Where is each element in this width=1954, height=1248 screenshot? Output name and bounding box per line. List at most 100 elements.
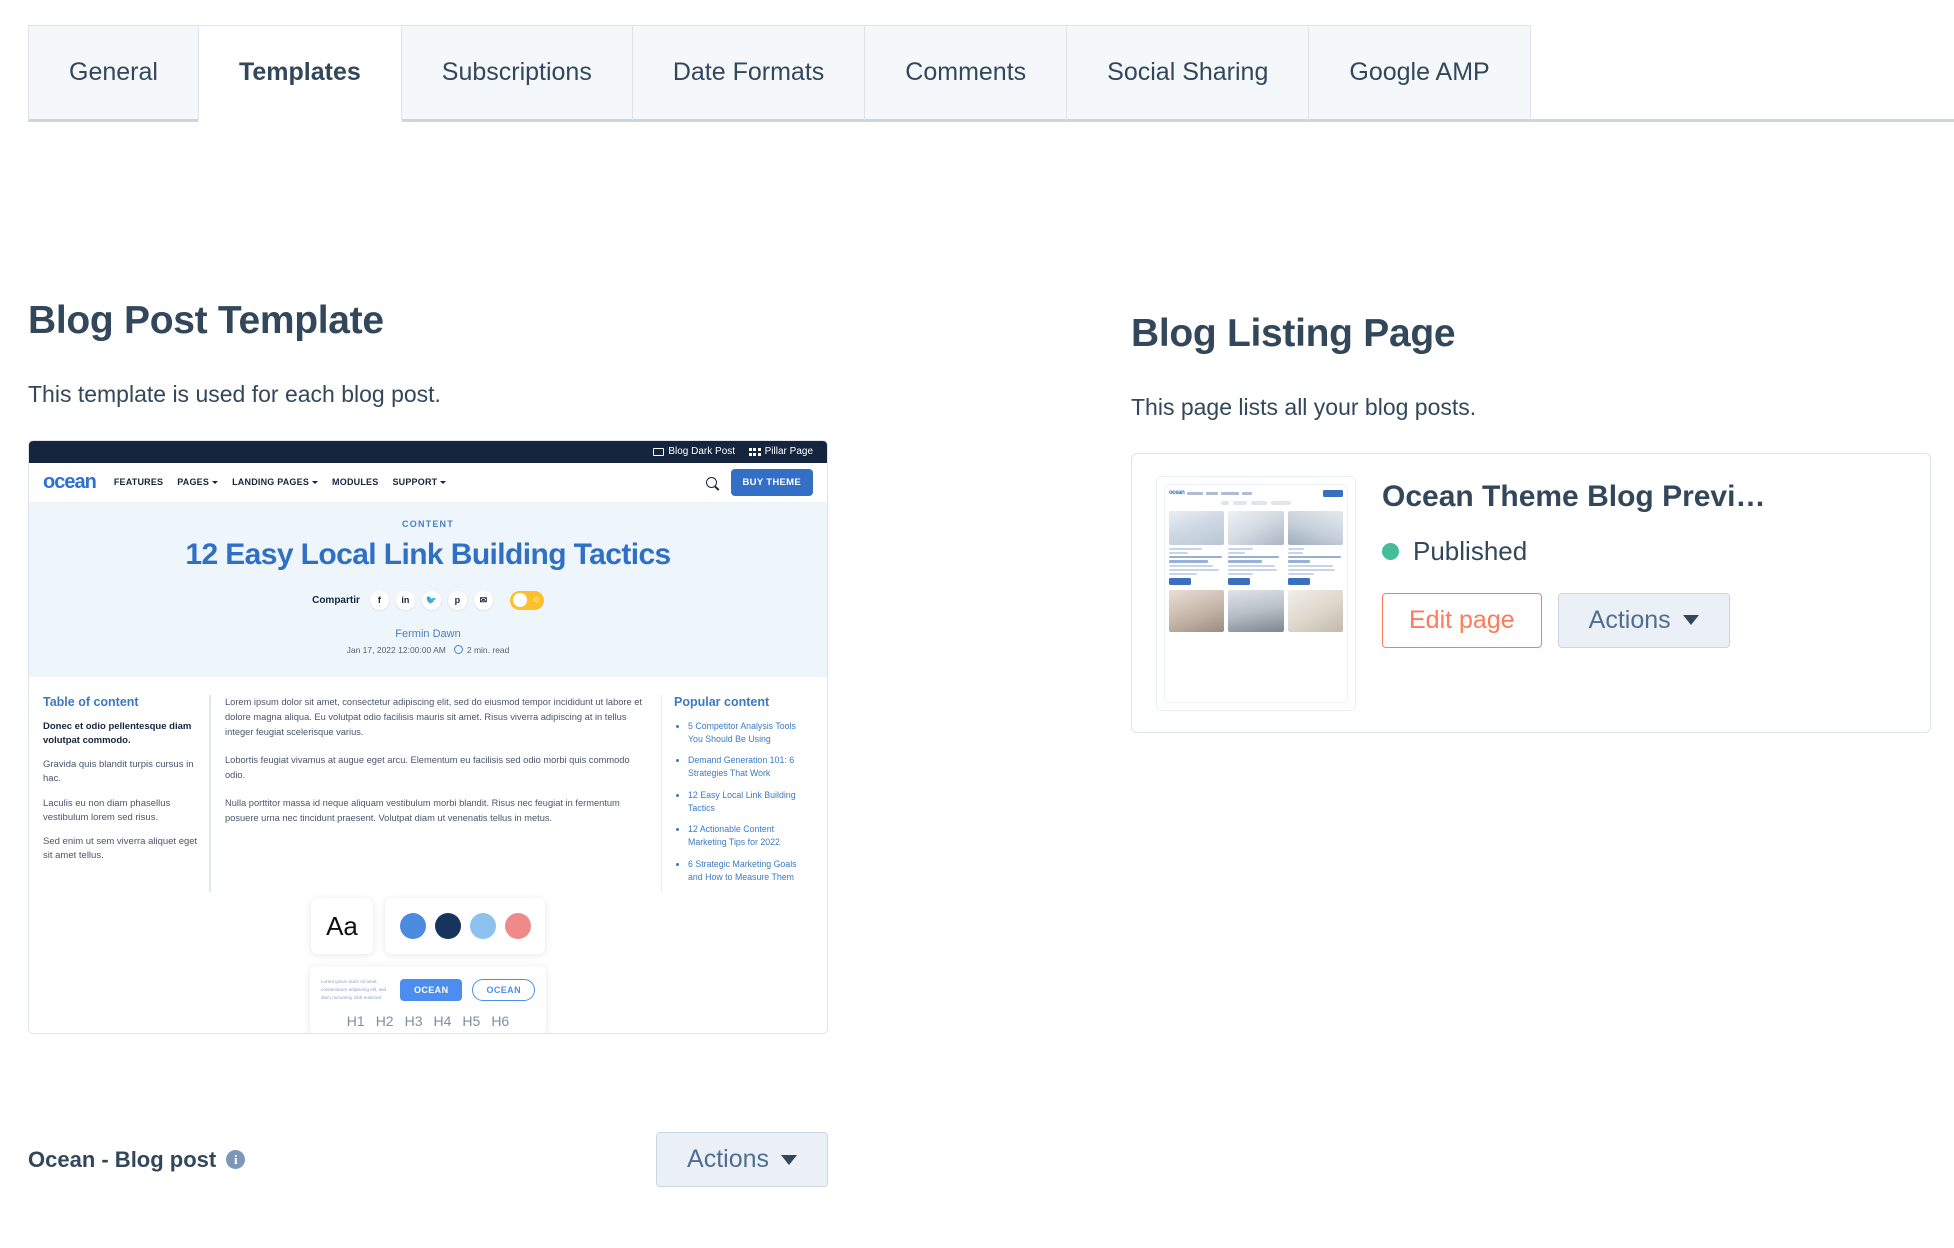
listing-actions-button[interactable]: Actions	[1558, 593, 1730, 648]
light-dark-toggle: ☼	[510, 591, 544, 610]
chevron-down-icon	[781, 1155, 797, 1165]
preview-site-nav: ocean FEATURES PAGES LANDING PAGES MODUL…	[29, 463, 827, 503]
thumbnail-post	[1228, 511, 1283, 585]
page-title: Blog Listing Page	[1131, 313, 1931, 356]
chevron-down-icon	[212, 481, 218, 484]
blog-listing-card-details: Ocean Theme Blog Previ… Published Edit p…	[1382, 476, 1906, 648]
preview-nav-items: FEATURES PAGES LANDING PAGES MODULES SUP…	[114, 477, 447, 487]
share-label: Compartir	[312, 595, 360, 606]
chevron-down-icon	[312, 481, 318, 484]
email-icon: ✉	[474, 591, 493, 610]
page-subtitle: This template is used for each blog post…	[28, 381, 868, 408]
tab-comments[interactable]: Comments	[864, 25, 1067, 122]
ocean-logo: ocean	[43, 471, 96, 494]
toc-item: Laculis eu non diam phasellus vestibulum…	[43, 797, 199, 825]
tab-label: Templates	[239, 58, 361, 87]
template-footer-row: Ocean - Blog post i Actions	[28, 1132, 828, 1187]
nav-item-features: FEATURES	[114, 477, 163, 487]
tab-label: Comments	[905, 58, 1026, 87]
status-badge: Published	[1382, 536, 1906, 567]
template-name-label: Ocean - Blog post	[28, 1147, 216, 1173]
template-name: Ocean - Blog post i	[28, 1147, 245, 1173]
list-item: Demand Generation 101: 6 Strategies That…	[688, 754, 813, 780]
tab-label: General	[69, 58, 158, 87]
chevron-down-icon	[1683, 615, 1699, 625]
sample-text: Lorem ipsum dolor sit amet, consectetuer…	[321, 978, 390, 1001]
tab-google-amp[interactable]: Google AMP	[1308, 25, 1530, 122]
info-icon[interactable]: i	[226, 1150, 245, 1169]
tab-date-formats[interactable]: Date Formats	[632, 25, 865, 122]
id-card-icon	[653, 448, 664, 456]
color-swatch	[400, 913, 426, 939]
ocean-filled-button: OCEAN	[400, 979, 463, 1001]
color-swatch	[470, 913, 496, 939]
chevron-down-icon	[440, 481, 446, 484]
heading-sample: H5	[462, 1013, 480, 1029]
clock-icon	[454, 645, 463, 654]
blog-listing-page-section: Blog Listing Page This page lists all yo…	[1131, 313, 1931, 733]
heading-sample: H4	[434, 1013, 452, 1029]
tab-label: Subscriptions	[442, 58, 592, 87]
heading-sample: H3	[405, 1013, 423, 1029]
toc-item: Sed enim ut sem viverra aliquet eget sit…	[43, 835, 199, 863]
tab-subscriptions[interactable]: Subscriptions	[401, 25, 633, 122]
article-paragraph: Nulla porttitor massa id neque aliquam v…	[225, 796, 647, 826]
style-tiles: Aa	[29, 898, 827, 954]
tab-label: Date Formats	[673, 58, 824, 87]
article-paragraph: Lobortis feugiat vivamus at augue eget a…	[225, 753, 647, 783]
topbar-label: Blog Dark Post	[668, 446, 735, 457]
thumbnail-post	[1288, 511, 1343, 585]
nav-item-landing-pages: LANDING PAGES	[232, 477, 318, 487]
tab-label: Social Sharing	[1107, 58, 1268, 87]
preview-link-blog-dark-post: Blog Dark Post	[653, 446, 735, 457]
blog-listing-thumbnail[interactable]: ocean	[1156, 476, 1356, 711]
pinterest-icon: p	[448, 591, 467, 610]
status-label: Published	[1413, 536, 1527, 567]
hero-headline: 12 Easy Local Link Building Tactics	[39, 538, 817, 572]
button-sample-row: Lorem ipsum dolor sit amet, consectetuer…	[321, 978, 535, 1001]
ocean-outline-button: OCEAN	[472, 979, 535, 1001]
list-item: 6 Strategic Marketing Goals and How to M…	[688, 858, 813, 884]
popular-list: 5 Competitor Analysis Tools You Should B…	[674, 720, 813, 884]
page-title: Blog Post Template	[28, 300, 868, 343]
article-paragraph: Lorem ipsum dolor sit amet, consectetur …	[225, 695, 647, 740]
hero-read-time: 2 min. read	[454, 645, 510, 655]
template-actions-button[interactable]: Actions	[656, 1132, 828, 1187]
popular-content: Popular content 5 Competitor Analysis To…	[661, 695, 813, 893]
tab-label: Google AMP	[1349, 58, 1489, 87]
edit-page-button[interactable]: Edit page	[1382, 593, 1542, 648]
blog-listing-card: ocean	[1131, 453, 1931, 733]
hero-date: Jan 17, 2022 12:00:00 AM	[347, 645, 446, 655]
nav-item-modules: MODULES	[332, 477, 378, 487]
thumbnail-post	[1169, 511, 1224, 585]
list-item: 12 Easy Local Link Building Tactics	[688, 789, 813, 815]
blog-post-template-section: Blog Post Template This template is used…	[28, 300, 868, 1034]
heading-scale-row: H1 H2 H3 H4 H5 H6	[321, 1013, 535, 1029]
actions-label: Actions	[1589, 606, 1671, 635]
thumbnail-post	[1169, 590, 1224, 632]
list-item: 5 Competitor Analysis Tools You Should B…	[688, 720, 813, 746]
buy-theme-button: BUY THEME	[731, 469, 813, 496]
thumbnail-post	[1228, 590, 1283, 632]
actions-label: Actions	[687, 1145, 769, 1174]
hero-share-row: Compartir f in 🐦 p ✉ ☼	[39, 591, 817, 610]
color-swatch-tile	[385, 898, 545, 954]
nav-item-pages: PAGES	[177, 477, 218, 487]
preview-dark-topbar: Blog Dark Post Pillar Page	[29, 441, 827, 463]
thumbnail-post	[1288, 590, 1343, 632]
color-swatch	[505, 913, 531, 939]
tab-general[interactable]: General	[28, 25, 199, 122]
toc-lead: Donec et odio pellentesque diam volutpat…	[43, 720, 199, 748]
facebook-icon: f	[370, 591, 389, 610]
font-sample-tile: Aa	[311, 898, 373, 954]
preview-body: Table of content Donec et odio pellentes…	[29, 677, 827, 893]
tab-social-sharing[interactable]: Social Sharing	[1066, 25, 1309, 122]
blog-post-template-preview[interactable]: Blog Dark Post Pillar Page ocean FEATURE…	[28, 440, 828, 1034]
popular-heading: Popular content	[674, 695, 813, 709]
tab-templates[interactable]: Templates	[198, 25, 402, 122]
page-subtitle: This page lists all your blog posts.	[1131, 394, 1931, 421]
hero-meta: Jan 17, 2022 12:00:00 AM 2 min. read	[39, 645, 817, 655]
color-swatch	[435, 913, 461, 939]
list-item: 12 Actionable Content Marketing Tips for…	[688, 823, 813, 849]
preview-nav-right: BUY THEME	[706, 469, 813, 496]
